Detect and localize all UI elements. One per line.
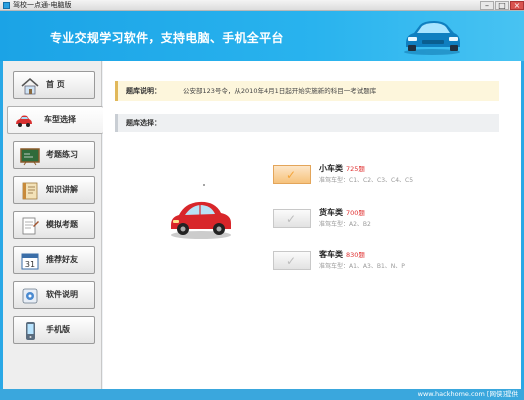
option-models: 准驾车型：A2、B2 — [319, 221, 371, 228]
maximize-button[interactable]: □ — [495, 1, 509, 10]
svg-text:31: 31 — [25, 260, 35, 269]
checkmark-icon: ✓ — [286, 168, 297, 182]
close-button[interactable]: × — [510, 1, 524, 10]
option-bus[interactable]: ✓ 客车类 830题 准驾车型：A1、A3、B1、N、P — [271, 249, 491, 275]
sidebar-item-label: 首 页 — [46, 80, 65, 89]
sidebar-item-label: 手机版 — [46, 325, 70, 334]
content-panel: 题库说明： 公安部123号令，从2010年4月1日起开始实施新的科目一考试题库 … — [103, 61, 521, 389]
sidebar-item-label: 知识讲解 — [46, 185, 78, 194]
sidebar-item-label: 考题练习 — [46, 150, 78, 159]
option-name: 货车类 700题 — [319, 208, 365, 217]
notice-text: 公安部123号令，从2010年4月1日起开始实施新的科目一考试题库 — [183, 87, 377, 95]
header-banner: 专业交规学习软件，支持电脑、手机全平台 — [0, 11, 524, 61]
question-count: 700题 — [346, 209, 365, 217]
checkmark-icon: ✓ — [286, 254, 297, 268]
sidebar-item-label: 模拟考题 — [46, 220, 78, 229]
section-label: 题库选择： — [126, 119, 161, 127]
red-car-illustration — [171, 201, 231, 239]
section-header: 题库选择： — [115, 114, 499, 132]
status-bar: www.hackhome.com [网侠]提供 — [0, 389, 524, 400]
option-small-car[interactable]: ✓ 小车类 725题 准驾车型：C1、C2、C3、C4、C5 — [271, 163, 491, 189]
sidebar-item-label: 车型选择 — [44, 115, 76, 124]
option-truck[interactable]: ✓ 货车类 700题 准驾车型：A2、B2 — [271, 207, 491, 233]
car-icon — [16, 115, 32, 127]
banner-slogan: 专业交规学习软件，支持电脑、手机全平台 — [50, 31, 284, 45]
option-checkbox[interactable]: ✓ — [273, 165, 311, 184]
calendar-icon: 31 — [21, 253, 39, 270]
banner-car-icon — [404, 21, 460, 55]
exam-paper-icon — [22, 217, 39, 235]
option-models: 准驾车型：C1、C2、C3、C4、C5 — [319, 177, 414, 184]
sidebar-item-mock-exam[interactable]: 模拟考题 — [13, 211, 95, 239]
question-count: 725题 — [346, 165, 365, 173]
app-icon — [3, 2, 10, 9]
sparkle-decoration — [203, 184, 205, 186]
sidebar: 首 页 车型选择 考题练习 知识讲解 模拟考题 31 推荐好友 软件说明 手机版 — [3, 61, 103, 389]
notice-label: 题库说明： — [126, 87, 161, 95]
sidebar-item-vehicle-select[interactable]: 车型选择 — [7, 106, 103, 134]
notice-bar: 题库说明： 公安部123号令，从2010年4月1日起开始实施新的科目一考试题库 — [115, 81, 499, 101]
option-name: 小车类 725题 — [319, 164, 365, 173]
option-checkbox[interactable]: ✓ — [273, 251, 311, 270]
option-name: 客车类 830题 — [319, 250, 365, 259]
manual-icon — [22, 288, 38, 304]
sidebar-item-mobile[interactable]: 手机版 — [13, 316, 95, 344]
sidebar-item-home[interactable]: 首 页 — [13, 71, 95, 99]
sidebar-item-label: 软件说明 — [46, 290, 78, 299]
option-checkbox[interactable]: ✓ — [273, 209, 311, 228]
question-count: 830题 — [346, 251, 365, 259]
blackboard-icon — [20, 148, 40, 166]
option-models: 准驾车型：A1、A3、B1、N、P — [319, 263, 405, 270]
sidebar-item-recommend[interactable]: 31 推荐好友 — [13, 246, 95, 274]
checkmark-icon: ✓ — [286, 212, 297, 226]
window-title: 驾校一点通-电脑版 — [13, 1, 72, 9]
footer-watermark: www.hackhome.com [网侠]提供 — [417, 390, 518, 398]
book-icon — [22, 182, 38, 200]
title-bar: 驾校一点通-电脑版 – □ × — [0, 0, 524, 11]
sidebar-item-practice[interactable]: 考题练习 — [13, 141, 95, 169]
sidebar-item-label: 推荐好友 — [46, 255, 78, 264]
sidebar-item-manual[interactable]: 软件说明 — [13, 281, 95, 309]
home-icon — [21, 78, 39, 95]
mobile-phone-icon — [26, 322, 35, 340]
sidebar-item-knowledge[interactable]: 知识讲解 — [13, 176, 95, 204]
minimize-button[interactable]: – — [480, 1, 494, 10]
